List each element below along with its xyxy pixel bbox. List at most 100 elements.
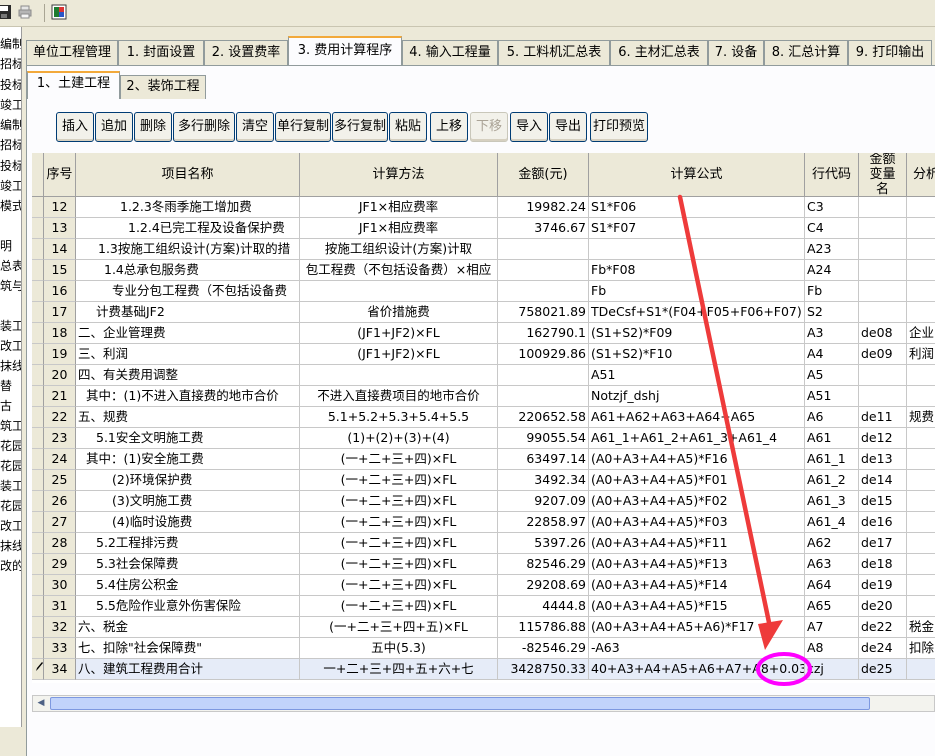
- cell-amount[interactable]: 4444.8: [498, 596, 589, 617]
- save-icon[interactable]: [0, 4, 12, 20]
- cell-var[interactable]: [859, 281, 907, 302]
- tab-unit-project[interactable]: 单位工程管理: [26, 40, 118, 65]
- move-up-button[interactable]: 上移: [430, 112, 468, 142]
- cell-var[interactable]: de08: [859, 323, 907, 344]
- cell-no[interactable]: 29: [44, 554, 76, 575]
- tab-quantities[interactable]: 4. 输入工程量: [402, 40, 498, 65]
- cell-method[interactable]: (JF1+JF2)×FL: [300, 323, 498, 344]
- append-button[interactable]: 追加: [95, 112, 133, 142]
- cell-analysis[interactable]: [907, 281, 935, 302]
- cell-amount[interactable]: 115786.88: [498, 617, 589, 638]
- clear-button[interactable]: 清空: [236, 112, 274, 142]
- cell-analysis[interactable]: [907, 554, 935, 575]
- cell-formula[interactable]: (A0+A3+A4+A5)*F11: [589, 533, 805, 554]
- column-header-var[interactable]: 金额变量名: [859, 153, 907, 197]
- cell-var[interactable]: de11: [859, 407, 907, 428]
- cell-method[interactable]: (一+二+三+四)×FL: [300, 449, 498, 470]
- scrollbar-thumb[interactable]: [50, 697, 870, 710]
- cell-method[interactable]: 5.1+5.2+5.3+5.4+5.5: [300, 407, 498, 428]
- cell-code[interactable]: A23: [805, 239, 859, 260]
- tree-item[interactable]: 花园: [0, 459, 21, 473]
- cell-analysis[interactable]: 税金: [907, 617, 935, 638]
- cell-name[interactable]: 5.4住房公积金: [76, 575, 300, 596]
- tab-print-output[interactable]: 9. 打印输出: [848, 40, 932, 65]
- cell-no[interactable]: 15: [44, 260, 76, 281]
- cell-analysis[interactable]: 规费: [907, 407, 935, 428]
- cell-analysis[interactable]: [907, 302, 935, 323]
- cell-method[interactable]: (一+二+三+四)×FL: [300, 596, 498, 617]
- cell-var[interactable]: de20: [859, 596, 907, 617]
- cell-var[interactable]: de22: [859, 617, 907, 638]
- cell-code[interactable]: A61_4: [805, 512, 859, 533]
- cell-code[interactable]: A5: [805, 365, 859, 386]
- cell-amount[interactable]: [498, 239, 589, 260]
- cell-name[interactable]: 其中：(1)不进入直接费的地市合价: [76, 386, 300, 407]
- cell-analysis[interactable]: 利润: [907, 344, 935, 365]
- cell-var[interactable]: [859, 260, 907, 281]
- cell-analysis[interactable]: [907, 533, 935, 554]
- cell-no[interactable]: 34: [44, 659, 76, 680]
- cell-var[interactable]: [859, 386, 907, 407]
- cell-analysis[interactable]: [907, 512, 935, 533]
- cell-name[interactable]: (2)环境保护费: [76, 470, 300, 491]
- cell-analysis[interactable]: [907, 596, 935, 617]
- cell-amount[interactable]: [498, 260, 589, 281]
- horizontal-scrollbar[interactable]: ◀: [32, 695, 935, 712]
- cell-method[interactable]: (一+二+三+四)×FL: [300, 491, 498, 512]
- copy-row-button[interactable]: 单行复制: [275, 112, 331, 142]
- cell-analysis[interactable]: [907, 449, 935, 470]
- cell-method[interactable]: (一+二+三+四)×FL: [300, 533, 498, 554]
- export-icon[interactable]: [51, 4, 67, 20]
- cell-no[interactable]: 32: [44, 617, 76, 638]
- cell-name[interactable]: 5.5危险作业意外伤害保险: [76, 596, 300, 617]
- cell-amount[interactable]: 3492.34: [498, 470, 589, 491]
- fee-program-table[interactable]: 序号 项目名称 计算方法 金额(元) 计算公式 行代码 金额变量名 分析 121…: [32, 153, 935, 683]
- cell-code[interactable]: A8: [805, 638, 859, 659]
- cell-var[interactable]: de09: [859, 344, 907, 365]
- cell-no[interactable]: 13: [44, 218, 76, 239]
- cell-var[interactable]: de25: [859, 659, 907, 680]
- cell-method[interactable]: (一+二+三+四)×FL: [300, 575, 498, 596]
- cell-no[interactable]: 33: [44, 638, 76, 659]
- column-header-method[interactable]: 计算方法: [300, 153, 498, 197]
- cell-name[interactable]: (3)文明施工费: [76, 491, 300, 512]
- tree-item[interactable]: 古: [0, 399, 12, 413]
- cell-no[interactable]: 24: [44, 449, 76, 470]
- tree-item[interactable]: 编制: [0, 37, 21, 51]
- column-header-formula[interactable]: 计算公式: [589, 153, 805, 197]
- tree-item[interactable]: 花园: [0, 439, 21, 453]
- tree-item[interactable]: 替: [0, 379, 12, 393]
- scroll-left-icon[interactable]: ◀: [33, 696, 49, 711]
- cell-analysis[interactable]: [907, 575, 935, 596]
- cell-amount[interactable]: 19982.24: [498, 197, 589, 218]
- cell-no[interactable]: 18: [44, 323, 76, 344]
- cell-code[interactable]: Fb: [805, 281, 859, 302]
- tree-item[interactable]: 抹线: [0, 359, 21, 373]
- cell-formula[interactable]: A61+A62+A63+A64+A65: [589, 407, 805, 428]
- cell-code[interactable]: A61: [805, 428, 859, 449]
- cell-code[interactable]: A65: [805, 596, 859, 617]
- cell-amount[interactable]: [498, 281, 589, 302]
- cell-formula[interactable]: (A0+A3+A4+A5+A6)*F17: [589, 617, 805, 638]
- cell-method[interactable]: 一+二+三+四+五+六+七: [300, 659, 498, 680]
- tab-fee-program[interactable]: 3. 费用计算程序: [288, 36, 402, 66]
- cell-analysis[interactable]: 扣除: [907, 638, 935, 659]
- cell-formula[interactable]: (A0+A3+A4+A5)*F01: [589, 470, 805, 491]
- cell-method[interactable]: 五中(5.3): [300, 638, 498, 659]
- cell-method[interactable]: (一+二+三+四+五)×FL: [300, 617, 498, 638]
- cell-no[interactable]: 19: [44, 344, 76, 365]
- tree-item[interactable]: 筑工: [0, 419, 21, 433]
- cell-code[interactable]: C3: [805, 197, 859, 218]
- cell-method[interactable]: (一+二+三+四)×FL: [300, 470, 498, 491]
- cell-analysis[interactable]: [907, 659, 935, 680]
- cell-method[interactable]: (一+二+三+四)×FL: [300, 554, 498, 575]
- cell-no[interactable]: 16: [44, 281, 76, 302]
- cell-code[interactable]: A61_3: [805, 491, 859, 512]
- cell-code[interactable]: czj: [805, 659, 859, 680]
- cell-analysis[interactable]: [907, 491, 935, 512]
- cell-amount[interactable]: 22858.97: [498, 512, 589, 533]
- cell-var[interactable]: de17: [859, 533, 907, 554]
- cell-no[interactable]: 28: [44, 533, 76, 554]
- cell-formula[interactable]: A61_1+A61_2+A61_3+A61_4: [589, 428, 805, 449]
- tree-item[interactable]: 招标: [0, 138, 21, 152]
